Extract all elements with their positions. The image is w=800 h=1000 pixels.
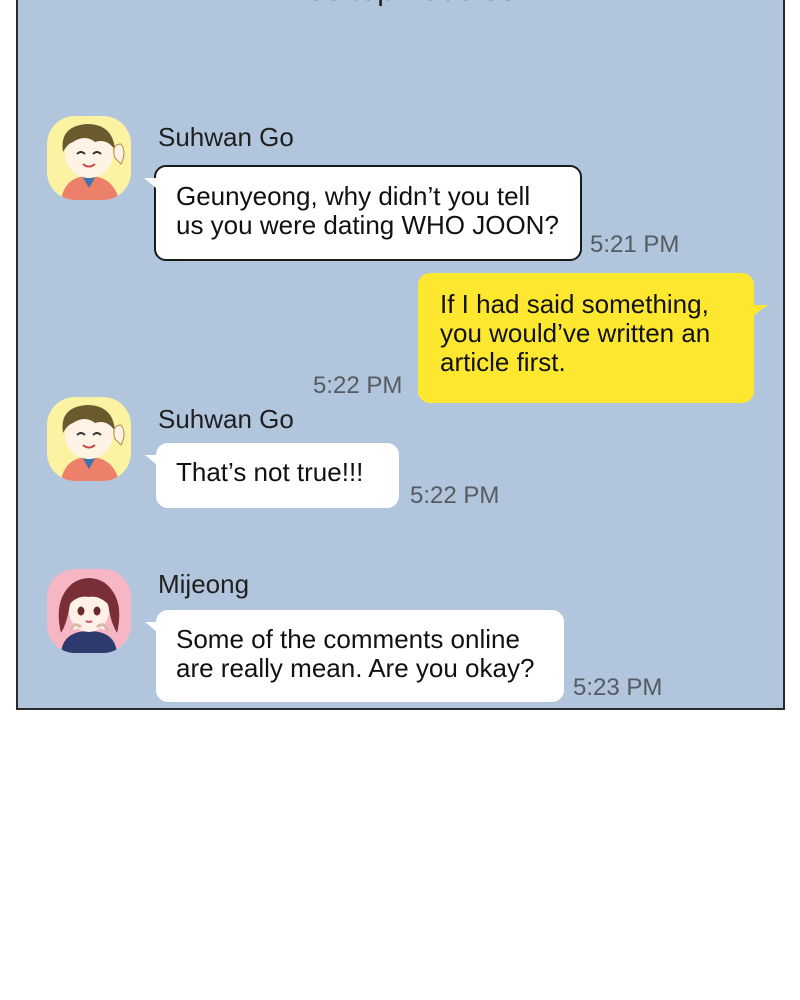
message-line: Geunyeong, why didn’t you tell <box>176 181 531 211</box>
message-timestamp: 5:23 PM <box>573 674 663 701</box>
sender-name: Mijeong <box>158 569 250 599</box>
chat-header: Rooftop Buddies <box>18 0 783 10</box>
suhwan-avatar[interactable] <box>47 116 131 200</box>
message-line: If I had said something, <box>440 289 709 319</box>
message-line: article first. <box>440 347 566 377</box>
sender-name: Suhwan Go <box>158 404 294 434</box>
message-line: us you were dating WHO JOON? <box>176 210 559 240</box>
message-line: you would’ve written an <box>440 318 711 348</box>
mijeong-avatar[interactable] <box>47 569 131 653</box>
message-timestamp: 5:21 PM <box>590 231 680 258</box>
message-bubble[interactable]: Geunyeong, why didn’t you tell us you we… <box>144 165 582 261</box>
message-line: Some of the comments online <box>176 624 520 654</box>
message-bubble[interactable]: That’s not true!!! <box>145 443 399 508</box>
menu-icon[interactable] <box>658 0 684 6</box>
message-bubble[interactable]: Some of the comments online are really m… <box>145 610 564 702</box>
suhwan-avatar[interactable] <box>47 397 131 481</box>
message-timestamp: 5:22 PM <box>410 482 500 509</box>
message-line: That’s not true!!! <box>176 457 364 487</box>
message-timestamp: 5:22 PM <box>313 372 403 399</box>
chat-window: Rooftop Buddies Suhwan Go Geunyeong, why… <box>16 0 785 710</box>
message-line: are really mean. Are you okay? <box>176 653 535 683</box>
message-bubble-outgoing[interactable]: If I had said something, you would’ve wr… <box>418 273 768 403</box>
sender-name: Suhwan Go <box>158 122 294 152</box>
